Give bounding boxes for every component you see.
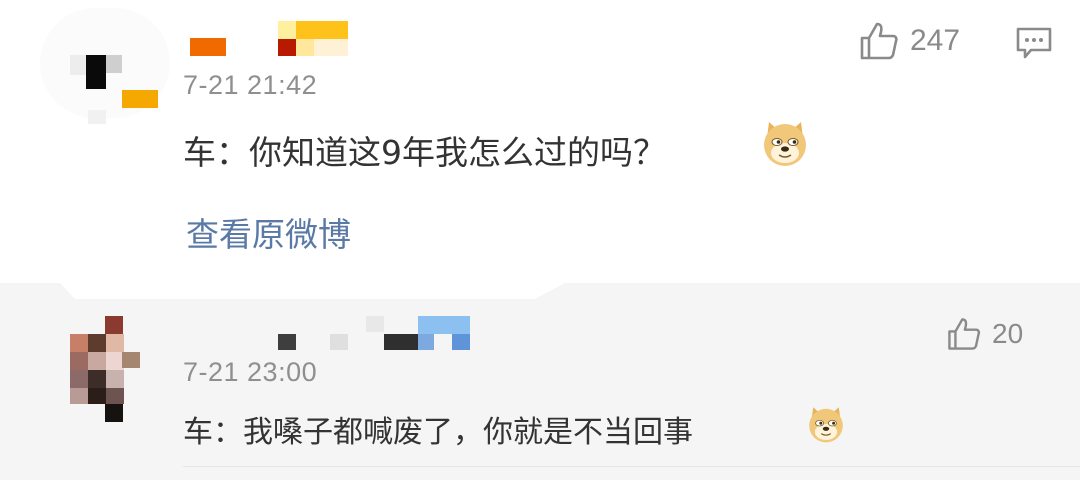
comment-card-1: 7-21 21:42 247 车：你知道这9年我怎么过的吗？ 查看原微博 <box>0 0 1080 283</box>
comment-text: 车：你知道这9年我怎么过的吗？ <box>183 133 666 172</box>
like-count: 247 <box>910 24 961 57</box>
comment-text: 车：我嗓子都喊废了，你就是不当回事 <box>183 415 693 450</box>
card-notch <box>60 283 565 299</box>
like-count: 20 <box>992 318 1024 349</box>
view-original-link[interactable]: 查看原微博 <box>186 208 351 256</box>
doge-icon <box>809 407 843 443</box>
comment-time: 7-21 23:00 <box>183 357 318 387</box>
thumbs-up-icon <box>948 318 981 350</box>
comment-time: 7-21 21:42 <box>183 70 318 100</box>
like-button[interactable]: 20 <box>946 316 1023 352</box>
divider <box>183 466 1080 467</box>
like-button[interactable]: 247 <box>858 20 960 62</box>
doge-icon <box>764 122 806 166</box>
thumbs-up-icon <box>860 22 898 60</box>
comment-icon[interactable] <box>1015 26 1053 60</box>
